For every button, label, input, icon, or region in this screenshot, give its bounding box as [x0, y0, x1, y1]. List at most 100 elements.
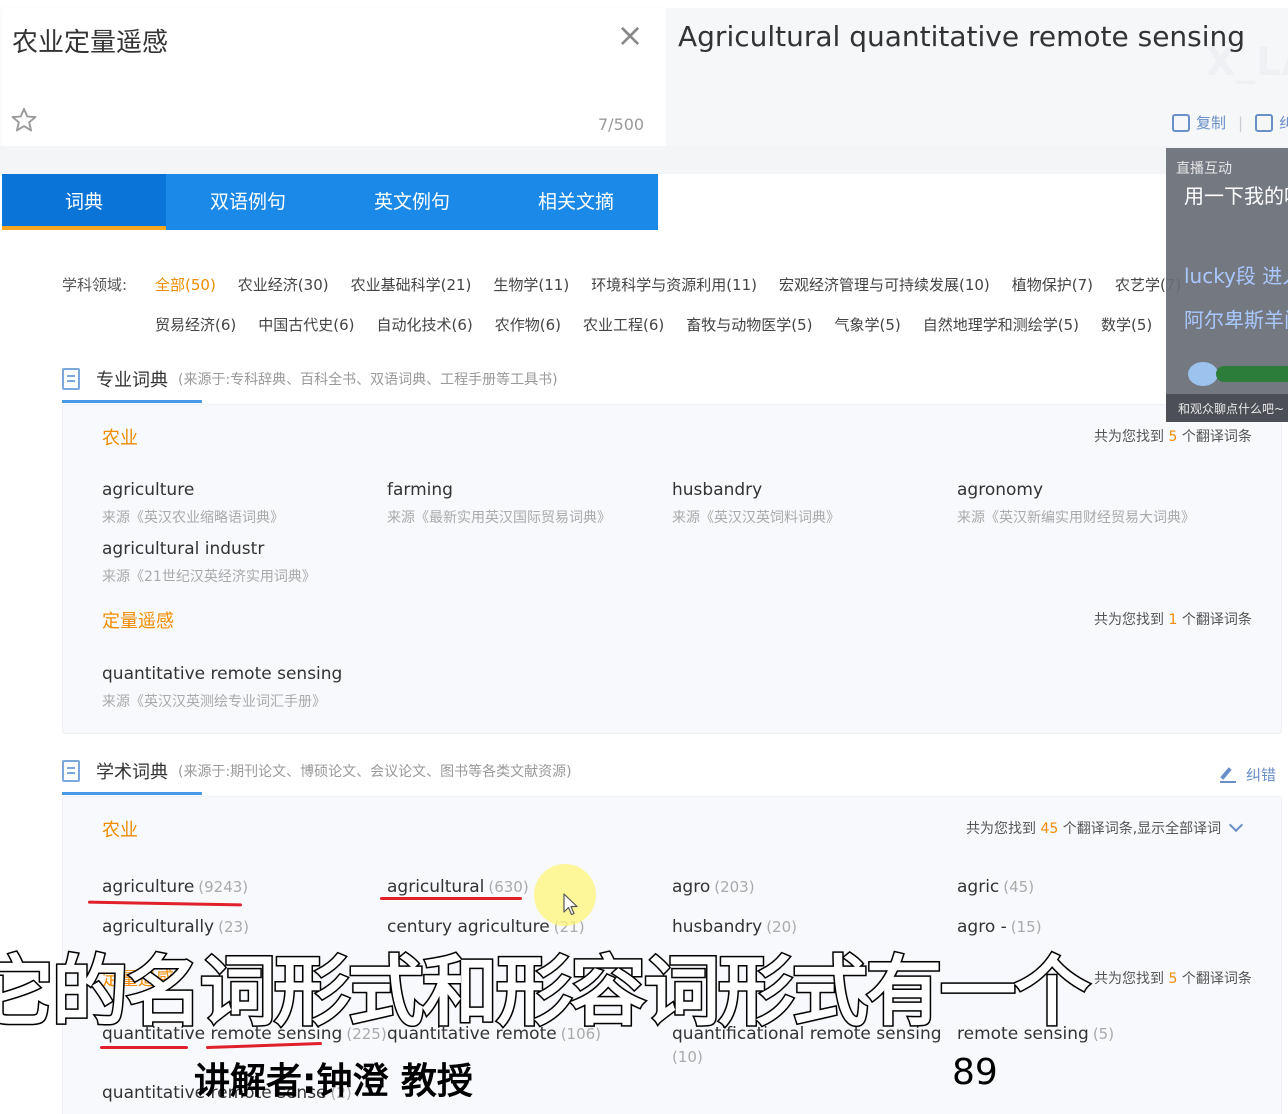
subject-filter[interactable]: 贸易经济(6) — [155, 314, 236, 335]
term-word[interactable]: agronomy — [957, 480, 1195, 500]
academic-term: agro (203) — [672, 877, 755, 897]
term-word[interactable]: quantitative remote sensing — [102, 664, 342, 684]
term-word[interactable]: agriculture — [102, 877, 194, 897]
tab-related-abstracts[interactable]: 相关文摘 — [494, 174, 658, 230]
dict-term: farming 来源《最新实用英汉国际贸易词典》 — [387, 480, 611, 527]
category-label: 农业 — [102, 820, 138, 841]
chevron-down-icon[interactable] — [1229, 817, 1244, 833]
source-text-input[interactable]: 农业定量遥感 — [12, 22, 168, 59]
chat-input-placeholder[interactable]: 和观众聊点什么吧~ — [1178, 400, 1284, 417]
pencil-icon — [1220, 767, 1236, 783]
dict-term: agriculture 来源《英汉农业缩略语词典》 — [102, 480, 284, 527]
found-count: 共为您找到 5 个翻译词条 — [1094, 971, 1252, 987]
term-word[interactable]: agricultural — [387, 877, 484, 897]
term-word[interactable]: agro — [672, 877, 710, 897]
copy-icon[interactable] — [1172, 113, 1190, 132]
dict-term: agricultural industr 来源《21世纪汉英经济实用词典》 — [102, 539, 316, 586]
term-count: (9243) — [198, 878, 249, 896]
dict-term: husbandry 来源《英汉汉英饲料词典》 — [672, 480, 840, 527]
category-label: 农业 — [102, 428, 138, 449]
subject-filter[interactable]: 自然地理学和测绘学(5) — [923, 314, 1079, 335]
translation-text: Agricultural quantitative remote sensing — [678, 20, 1246, 53]
dict-term: agronomy 来源《英汉新编实用财经贸易大词典》 — [957, 480, 1195, 527]
page-number: 89 — [952, 1052, 998, 1093]
chat-message: 用一下我的呀。。。 — [1184, 184, 1288, 208]
book-icon — [62, 368, 80, 390]
live-chat-overlay: 直播互动 用一下我的呀。。。 lucky段 进入 阿尔卑斯羊间 和观众聊点什么吧… — [1166, 148, 1288, 422]
tab-english-examples[interactable]: 英文例句 — [330, 174, 494, 230]
subject-filter[interactable]: 全部(50) — [155, 274, 216, 295]
video-subtitle: 它的名词形式和形容词形式有一个 — [0, 946, 1092, 1038]
chat-message: 阿尔卑斯羊间 — [1184, 308, 1288, 332]
section-underline — [62, 400, 202, 403]
result-tabs: 词典 双语例句 英文例句 相关文摘 — [2, 174, 658, 230]
subject-filter-row-1: 全部(50) 农业经济(30) 农业基础科学(21) 生物学(11) 环境科学与… — [155, 274, 1203, 295]
term-source: 来源《英汉农业缩略语词典》 — [102, 510, 284, 526]
chat-title: 直播互动 — [1176, 161, 1232, 177]
section-source-note: (来源于:专科辞典、百科全书、双语词典、工程手册等工具书) — [178, 372, 558, 388]
char-count: 7/500 — [598, 115, 645, 134]
found-count: 共为您找到 1 个翻译词条 — [1094, 612, 1252, 628]
term-count: (203) — [714, 878, 755, 896]
subject-filter[interactable]: 自动化技术(6) — [377, 314, 473, 335]
mouse-pointer-icon — [563, 893, 578, 916]
section-source-note: (来源于:期刊论文、博硕论文、会议论文、图书等各类文献资源) — [178, 764, 572, 780]
subject-filter[interactable]: 农业基础科学(21) — [351, 274, 472, 295]
subject-filter[interactable]: 环境科学与资源利用(11) — [591, 274, 757, 295]
term-count: (630) — [488, 878, 529, 896]
term-count: (5) — [1092, 1025, 1115, 1043]
lecturer-caption: 讲解者:钟澄 教授 — [194, 1061, 473, 1102]
report-error-button[interactable]: 纠错 — [1220, 764, 1276, 785]
dict-term: quantitative remote sensing 来源《英汉汉英测绘专业词… — [102, 664, 342, 711]
term-source: 来源《英汉汉英饲料词典》 — [672, 510, 840, 526]
subject-label: 学科领域: — [62, 276, 128, 294]
tab-dictionary[interactable]: 词典 — [2, 174, 166, 230]
academic-dict-header: 学术词典 (来源于:期刊论文、博硕论文、会议论文、图书等各类文献资源) — [62, 758, 572, 784]
term-word[interactable]: farming — [387, 480, 611, 500]
academic-term: agric (45) — [957, 877, 1034, 897]
report-error-label: 纠错 — [1246, 766, 1277, 784]
avatar — [1188, 362, 1218, 386]
tab-bilingual-examples[interactable]: 双语例句 — [166, 174, 330, 230]
annotation-underline — [100, 1046, 188, 1049]
term-source: 来源《英汉汉英测绘专业词汇手册》 — [102, 694, 326, 710]
subject-filter[interactable]: 农业工程(6) — [583, 314, 664, 335]
term-word[interactable]: agriculture — [102, 480, 284, 500]
academic-term: agriculture (9243) — [102, 877, 248, 897]
chat-message: lucky段 进入 — [1184, 264, 1288, 288]
term-count: (10) — [672, 1048, 703, 1066]
subject-filter[interactable]: 生物学(11) — [493, 274, 569, 295]
term-word[interactable]: agricultural industr — [102, 539, 316, 559]
subject-filter[interactable]: 农作物(6) — [495, 314, 561, 335]
close-icon[interactable]: × — [614, 19, 646, 52]
term-source: 来源《21世纪汉英经济实用词典》 — [102, 569, 316, 585]
user-badge — [1216, 366, 1288, 382]
subject-filter[interactable]: 农业经济(30) — [238, 274, 329, 295]
subject-filter[interactable]: 植物保护(7) — [1012, 274, 1093, 295]
section-title: 专业词典 — [96, 370, 168, 391]
subject-filter[interactable]: 宏观经济管理与可持续发展(10) — [779, 274, 990, 295]
term-word[interactable]: husbandry — [672, 480, 840, 500]
term-source: 来源《最新实用英汉国际贸易词典》 — [387, 510, 611, 526]
subject-filter[interactable]: 中国古代史(6) — [258, 314, 354, 335]
subject-filter-row-2: 贸易经济(6) 中国古代史(6) 自动化技术(6) 农作物(6) 农业工程(6)… — [155, 314, 1174, 335]
copy-toolbar: 复制 | 纠 — [1172, 112, 1288, 133]
section-underline — [62, 792, 202, 795]
professional-dict-header: 专业词典 (来源于:专科辞典、百科全书、双语词典、工程手册等工具书) — [62, 366, 558, 392]
document-icon — [62, 760, 80, 782]
subject-filter[interactable]: 数学(5) — [1101, 314, 1152, 335]
toolbar-divider: | — [1238, 113, 1244, 132]
annotation-underline — [380, 897, 522, 900]
correct-icon[interactable] — [1255, 113, 1274, 132]
subject-filter[interactable]: 畜牧与动物医学(5) — [686, 314, 812, 335]
found-count[interactable]: 共为您找到 45 个翻译词条,显示全部译词 — [966, 817, 1244, 838]
term-source: 来源《英汉新编实用财经贸易大词典》 — [957, 510, 1195, 526]
term-word[interactable]: agric — [957, 877, 999, 897]
section-title: 学术词典 — [96, 762, 168, 783]
panel-gap — [0, 146, 1288, 174]
subject-filter[interactable]: 气象学(5) — [835, 314, 901, 335]
category-label: 定量遥感 — [102, 611, 174, 632]
star-icon[interactable] — [10, 106, 38, 134]
correct-button[interactable]: 纠 — [1279, 112, 1288, 133]
copy-button[interactable]: 复制 — [1196, 112, 1226, 133]
